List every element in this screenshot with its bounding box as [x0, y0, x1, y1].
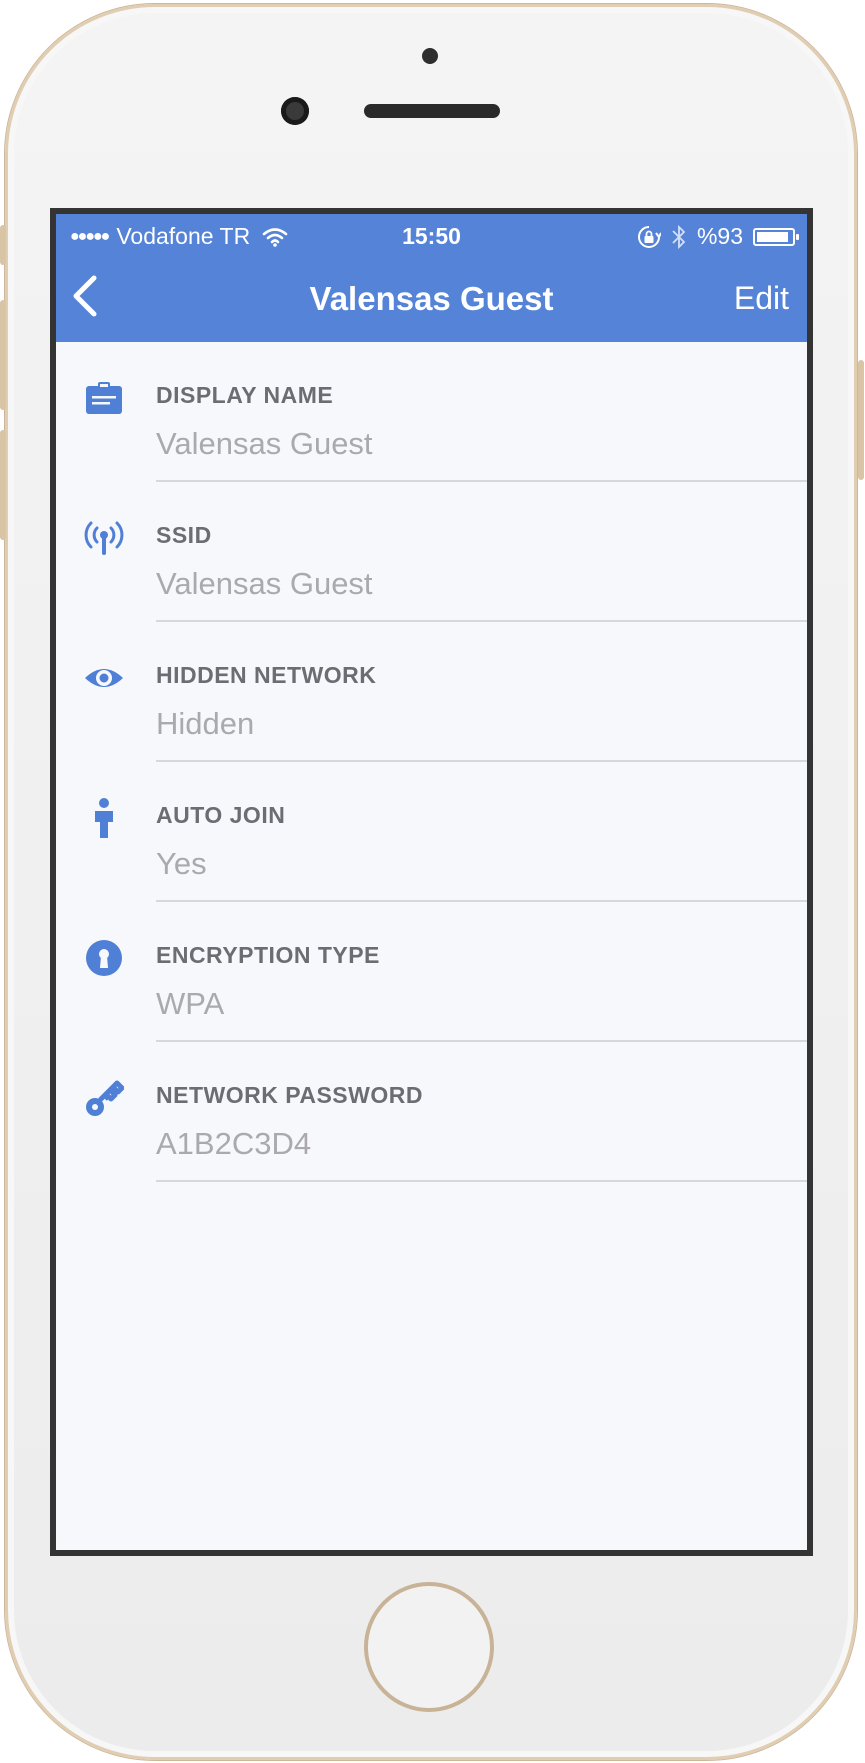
field-label: ENCRYPTION TYPE: [156, 942, 380, 968]
field-auto-join[interactable]: AUTO JOIN Yes: [56, 762, 807, 902]
home-button[interactable]: [364, 1582, 494, 1712]
field-value: Hidden: [156, 706, 255, 741]
field-value: Valensas Guest: [156, 566, 373, 601]
field-value: A1B2C3D4: [156, 1126, 312, 1161]
screen: ●●●●● Vodafone TR 15:50 %93 Valensas Gue…: [56, 214, 807, 1550]
battery-level: [757, 231, 789, 242]
volume-down-button: [0, 430, 6, 540]
field-label: SSID: [156, 522, 212, 548]
key-icon: [84, 1078, 125, 1118]
battery-percent: %93: [696, 223, 743, 249]
edit-button[interactable]: Edit: [734, 280, 789, 317]
field-label: DISPLAY NAME: [156, 382, 334, 408]
battery-icon: [753, 227, 799, 246]
power-button: [858, 360, 864, 480]
field-label: AUTO JOIN: [156, 802, 286, 828]
mute-switch: [0, 225, 6, 265]
earpiece-speaker: [364, 104, 500, 118]
person-icon: [84, 798, 124, 838]
field-value: Valensas Guest: [156, 426, 373, 461]
volume-up-button: [0, 300, 6, 410]
status-right: %93: [637, 223, 799, 250]
field-network-password[interactable]: NETWORK PASSWORD A1B2C3D4: [56, 1042, 807, 1182]
field-value: Yes: [156, 846, 207, 881]
row-divider: [156, 1180, 807, 1182]
rotation-lock-icon: [637, 225, 661, 248]
front-camera: [281, 97, 309, 125]
id-card-icon: [84, 378, 124, 418]
eye-icon: [84, 658, 124, 698]
status-bar: ●●●●● Vodafone TR 15:50 %93: [56, 214, 807, 256]
field-display-name[interactable]: DISPLAY NAME Valensas Guest: [56, 342, 807, 482]
field-hidden-network[interactable]: HIDDEN NETWORK Hidden: [56, 622, 807, 762]
proximity-sensor: [422, 48, 438, 64]
field-label: HIDDEN NETWORK: [156, 662, 377, 688]
navigation-bar: Valensas Guest Edit: [56, 256, 807, 342]
field-ssid[interactable]: SSID Valensas Guest: [56, 482, 807, 622]
page-title: Valensas Guest: [309, 280, 554, 317]
network-details-list: DISPLAY NAME Valensas Guest SSID Valensa…: [56, 342, 807, 1182]
field-encryption-type[interactable]: ENCRYPTION TYPE WPA: [56, 902, 807, 1042]
broadcast-signal-icon: [84, 518, 124, 558]
field-label: NETWORK PASSWORD: [156, 1082, 423, 1108]
bluetooth-icon: [672, 224, 686, 249]
keyhole-icon: [84, 938, 124, 978]
field-value: WPA: [156, 986, 225, 1021]
